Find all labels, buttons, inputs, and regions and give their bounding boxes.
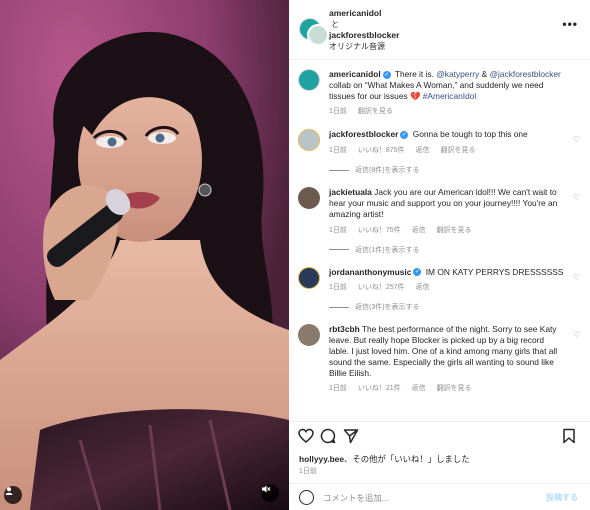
comment: jackforestblocker ✓ Gonna be tough to top…: [289, 129, 590, 155]
mention-link[interactable]: @jackforestblocker: [489, 69, 560, 79]
action-bar: [298, 428, 581, 446]
comment-likes[interactable]: いいね！875件: [358, 147, 405, 154]
comment-text: jackietuala Jack you are our American id…: [329, 187, 566, 219]
user-icon: [5, 487, 13, 495]
performer-photo: [0, 0, 289, 510]
avatar-jackforestblocker[interactable]: [307, 24, 329, 46]
liked-by-user[interactable]: hollyyy.bee: [299, 454, 344, 464]
header-usernames: americanidol と jackforestblocker オリジナル音源: [329, 8, 399, 52]
more-horizontal-icon[interactable]: •••: [562, 17, 578, 31]
comment-meta: 1日前 いいね！75件 返信 翻訳を見る: [329, 225, 566, 235]
reply-button[interactable]: 返信: [416, 147, 430, 154]
translate-link[interactable]: 翻訳を見る: [358, 108, 393, 115]
header-separator: と: [331, 20, 339, 29]
caption-text-a: There it is.: [392, 69, 437, 79]
reply-button[interactable]: 返信: [412, 385, 426, 392]
heart-icon[interactable]: ♡: [573, 193, 580, 202]
comment-body: Gonna be tough to top this one: [412, 129, 528, 140]
tagged-users-button[interactable]: [4, 486, 22, 504]
verified-badge-icon: ✓: [382, 70, 391, 79]
comment-body: The best performance of the night. Sorry…: [329, 324, 558, 378]
verified-badge-icon: ✓: [400, 131, 409, 140]
view-replies-label: 返信(3件)を表示する: [355, 304, 420, 312]
replies-line: [329, 169, 349, 171]
comment: jordananthonymusic ✓ IM ON KATY PERRYS DR…: [289, 266, 590, 293]
header-username[interactable]: americanidol: [329, 8, 399, 19]
comment-likes[interactable]: いいね！75件: [358, 227, 401, 234]
header-collaborator[interactable]: jackforestblocker: [329, 30, 399, 41]
comment-meta: 1日前 いいね！875件 返信 翻訳を見る: [329, 145, 566, 155]
speaker-muted-icon: [262, 485, 271, 493]
view-replies-label: 返信(1件)を表示する: [355, 246, 420, 254]
comment-composer: 投稿する: [289, 483, 590, 510]
mention-link[interactable]: @katyperry: [436, 69, 479, 79]
avatar[interactable]: [298, 129, 320, 152]
replies-line: [329, 306, 349, 308]
post-actions: hollyyy.bee、その他が「いいね！」しました 1日前 投稿する: [289, 421, 590, 510]
view-replies-button[interactable]: 返信(8件)を表示する: [289, 165, 590, 175]
comment-likes[interactable]: いいね！21件: [358, 385, 401, 392]
mute-button[interactable]: [261, 484, 279, 502]
comment-username[interactable]: jackietuala: [329, 187, 372, 197]
avatar[interactable]: [298, 266, 320, 289]
heart-icon[interactable]: ♡: [573, 330, 580, 339]
comment-body: IM ON KATY PERRYS DRESSSSSS: [425, 266, 564, 277]
view-replies-label: 返信(8件)を表示する: [355, 167, 420, 175]
comment-text: jackforestblocker ✓ Gonna be tough to top…: [329, 129, 566, 140]
liked-by: hollyyy.bee、その他が「いいね！」しました: [299, 453, 470, 465]
view-replies-button[interactable]: 返信(1件)を表示する: [289, 245, 590, 255]
caption-text: americanidol ✓ There it is. @katyperry & …: [329, 69, 566, 101]
heart-icon[interactable]: ♡: [573, 135, 580, 144]
post-header: americanidol と jackforestblocker オリジナル音源…: [289, 0, 590, 60]
caption-time: 1日前: [329, 108, 347, 116]
avatar[interactable]: [298, 324, 320, 347]
caption-meta: 1日前 翻訳を見る: [329, 106, 566, 116]
comment-time: 1日前: [329, 284, 347, 292]
post-panel: americanidol と jackforestblocker オリジナル音源…: [289, 0, 590, 510]
comment-username[interactable]: rbt3cbh: [329, 324, 360, 334]
avatar[interactable]: [298, 187, 320, 210]
view-replies-button[interactable]: 返信(3件)を表示する: [289, 302, 590, 312]
replies-line: [329, 249, 349, 251]
comment-text: rbt3cbh The best performance of the nigh…: [329, 324, 566, 378]
avatar[interactable]: [298, 69, 320, 91]
comment: jackietuala Jack you are our American id…: [289, 187, 590, 234]
caption-username[interactable]: americanidol: [329, 69, 381, 79]
reply-button[interactable]: 返信: [416, 284, 430, 291]
translate-link[interactable]: 翻訳を見る: [437, 227, 472, 234]
verified-badge-icon: ✓: [413, 268, 422, 277]
comment: rbt3cbh The best performance of the nigh…: [289, 324, 590, 393]
translate-link[interactable]: 翻訳を見る: [440, 147, 475, 154]
post-media[interactable]: [0, 0, 289, 510]
translate-link[interactable]: 翻訳を見る: [437, 385, 472, 392]
comment-icon[interactable]: [320, 428, 336, 444]
liked-by-rest[interactable]: 、その他が「いいね！」しました: [344, 454, 470, 464]
comment-text: jordananthonymusic ✓ IM ON KATY PERRYS DR…: [329, 267, 566, 278]
save-bookmark-icon[interactable]: [561, 428, 577, 444]
caption-text-b: &: [479, 69, 490, 79]
comment-meta: 1日前 いいね！21件 返信 翻訳を見る: [329, 383, 566, 393]
emoji-icon[interactable]: [299, 490, 314, 505]
comments-list[interactable]: americanidol ✓ There it is. @katyperry & …: [289, 61, 590, 421]
share-icon[interactable]: [343, 428, 359, 444]
heart-icon[interactable]: ♡: [573, 273, 580, 282]
hashtag-link[interactable]: #AmericanIdol: [423, 91, 477, 101]
comment-input[interactable]: [323, 491, 523, 505]
caption: americanidol ✓ There it is. @katyperry & …: [289, 69, 590, 116]
comment-likes[interactable]: いいね！257件: [358, 284, 405, 291]
post-comment-button[interactable]: 投稿する: [546, 492, 578, 503]
comment-username[interactable]: jackforestblocker: [329, 129, 398, 139]
like-heart-icon[interactable]: [298, 428, 314, 444]
audio-link[interactable]: オリジナル音源: [329, 41, 399, 52]
post-date: 1日前: [299, 468, 317, 475]
comment-time: 1日前: [329, 385, 347, 393]
comment-username[interactable]: jordananthonymusic: [329, 267, 411, 277]
comment-time: 1日前: [329, 226, 347, 234]
comment-meta: 1日前 いいね！257件 返信: [329, 282, 566, 292]
comment-time: 1日前: [329, 147, 347, 155]
reply-button[interactable]: 返信: [412, 227, 426, 234]
